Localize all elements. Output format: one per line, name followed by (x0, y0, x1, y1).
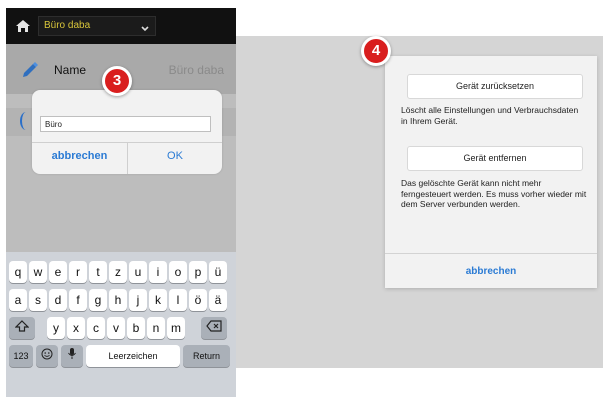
remove-description: Das gelöschte Gerät kann nicht mehr fern… (401, 178, 587, 209)
key-b[interactable]: b (127, 317, 145, 339)
key-p[interactable]: p (189, 261, 207, 283)
key-v[interactable]: v (107, 317, 125, 339)
backspace-icon (206, 317, 222, 339)
row-icon (20, 112, 32, 130)
key-h[interactable]: h (109, 289, 127, 311)
name-input[interactable] (40, 116, 211, 132)
key-k[interactable]: k (149, 289, 167, 311)
key-a[interactable]: a (9, 289, 27, 311)
key-g[interactable]: g (89, 289, 107, 311)
step-badge: 3 (102, 66, 132, 96)
emoji-icon (41, 345, 53, 367)
key-d[interactable]: d (49, 289, 67, 311)
name-value: Büro daba (168, 63, 224, 77)
key-c[interactable]: c (87, 317, 105, 339)
device-options-dialog: Gerät zurücksetzen Löscht alle Einstellu… (385, 56, 597, 288)
shift-key[interactable] (9, 317, 35, 339)
chevron-down-icon (140, 21, 150, 32)
key-r[interactable]: r (69, 261, 87, 283)
key-z[interactable]: z (109, 261, 127, 283)
emoji-key[interactable] (36, 345, 58, 367)
key-w[interactable]: w (29, 261, 47, 283)
remove-device-button[interactable]: Gerät entfernen (407, 146, 583, 171)
key-t[interactable]: t (89, 261, 107, 283)
cancel-button[interactable]: abbrechen (385, 266, 597, 277)
reset-description: Löscht alle Einstellungen und Verbrauchs… (401, 105, 579, 126)
key-u[interactable]: u (129, 261, 147, 283)
backspace-key[interactable] (201, 317, 227, 339)
space-key[interactable]: Leerzeichen (86, 345, 180, 367)
key-s[interactable]: s (29, 289, 47, 311)
pencil-icon (20, 60, 40, 80)
shift-icon (14, 317, 30, 339)
key-m[interactable]: m (167, 317, 185, 339)
numbers-key[interactable]: 123 (9, 345, 33, 367)
reset-device-button[interactable]: Gerät zurücksetzen (407, 74, 583, 99)
top-bar: Büro daba (6, 8, 236, 44)
key-f[interactable]: f (69, 289, 87, 311)
return-key[interactable]: Return (183, 345, 230, 367)
step-badge: 4 (361, 36, 391, 66)
key-ae[interactable]: ä (209, 289, 227, 311)
key-y[interactable]: y (47, 317, 65, 339)
name-label: Name (54, 63, 87, 77)
location-select-value: Büro daba (44, 20, 91, 31)
key-i[interactable]: i (149, 261, 167, 283)
key-o[interactable]: o (169, 261, 187, 283)
dialog-divider (385, 253, 597, 254)
cancel-button[interactable]: abbrechen (32, 150, 127, 162)
key-n[interactable]: n (147, 317, 165, 339)
location-select[interactable]: Büro daba (38, 16, 156, 36)
key-l[interactable]: l (169, 289, 187, 311)
key-ue[interactable]: ü (209, 261, 227, 283)
rename-dialog: abbrechen OK (32, 90, 222, 174)
key-x[interactable]: x (67, 317, 85, 339)
microphone-icon (67, 345, 77, 367)
key-oe[interactable]: ö (189, 289, 207, 311)
ok-button[interactable]: OK (128, 150, 222, 162)
microphone-key[interactable] (61, 345, 83, 367)
key-q[interactable]: q (9, 261, 27, 283)
keyboard: q w e r t z u i o p ü a s d f g h j k l … (6, 252, 236, 397)
home-icon[interactable] (15, 19, 31, 33)
key-j[interactable]: j (129, 289, 147, 311)
key-e[interactable]: e (49, 261, 67, 283)
